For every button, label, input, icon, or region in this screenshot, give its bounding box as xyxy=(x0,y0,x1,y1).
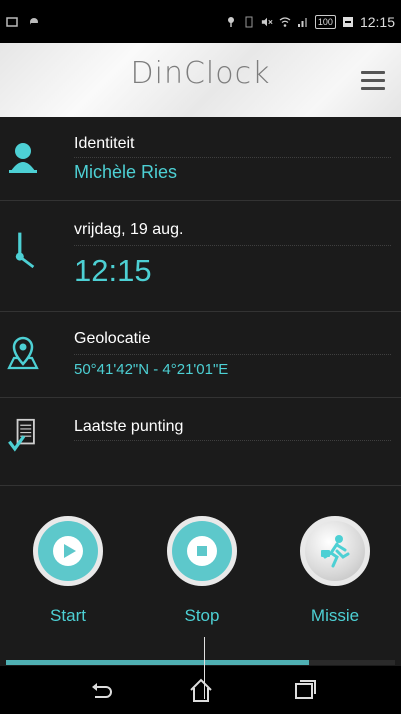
missie-button[interactable] xyxy=(300,516,370,586)
clock-hand-icon xyxy=(15,232,35,269)
play-icon xyxy=(53,536,83,566)
signal-icon xyxy=(297,17,307,27)
identity-label: Identiteit xyxy=(74,135,135,152)
date-label: vrijdag, 19 aug. xyxy=(74,221,184,238)
notification-icon xyxy=(30,17,38,26)
battery-indicator: 100 xyxy=(314,14,336,29)
stop-label: Stop xyxy=(184,606,220,625)
touch-cursor xyxy=(204,637,205,699)
status-bar: 100 12:15 xyxy=(0,0,401,43)
person-icon xyxy=(9,143,37,173)
back-icon[interactable] xyxy=(86,676,116,704)
app-title: DinClock xyxy=(130,56,271,91)
progress-bar xyxy=(6,660,395,665)
start-label: Start xyxy=(50,606,86,625)
datetime-row: vrijdag, 19 aug. 12:15 xyxy=(0,201,401,312)
last-punching-label: Laatste punting xyxy=(74,418,184,435)
mute-icon xyxy=(261,17,273,26)
identity-row: Identiteit Michèle Ries xyxy=(0,117,401,201)
wifi-icon xyxy=(279,16,291,27)
geolocation-value: 50°41'42"N - 4°21'01"E xyxy=(74,361,229,378)
stop-button[interactable] xyxy=(167,516,237,586)
navigation-bar xyxy=(0,666,401,714)
status-time: 12:15 xyxy=(359,13,395,30)
screen-icon xyxy=(6,16,18,27)
last-punching-row: Laatste punting xyxy=(0,398,401,486)
menu-icon[interactable] xyxy=(361,71,385,91)
time-value: 12:15 xyxy=(74,253,152,288)
home-icon[interactable] xyxy=(186,676,216,704)
missie-label: Missie xyxy=(310,606,360,625)
start-button[interactable] xyxy=(33,516,103,586)
identity-name: Michèle Ries xyxy=(74,162,178,182)
geolocation-row: Geolocatie 50°41'42"N - 4°21'01"E xyxy=(0,312,401,398)
app-header: DinClock xyxy=(0,43,401,117)
stop-icon xyxy=(187,536,217,566)
progress-fill xyxy=(6,660,310,665)
running-man-icon xyxy=(321,535,350,568)
vibrate-icon xyxy=(245,16,253,27)
checklist-icon xyxy=(8,418,35,452)
location-pin-icon xyxy=(227,16,234,27)
geolocation-label: Geolocatie xyxy=(74,330,151,347)
battery-icon xyxy=(342,16,353,27)
recent-apps-icon[interactable] xyxy=(290,676,320,704)
map-location-icon xyxy=(7,336,39,370)
